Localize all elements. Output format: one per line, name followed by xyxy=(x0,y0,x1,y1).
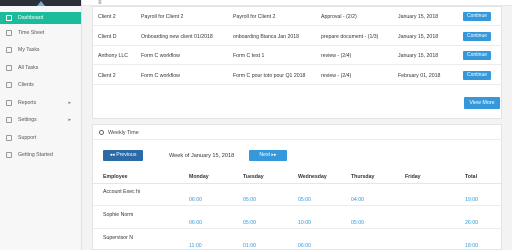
cell-status: Approval - (2/2) xyxy=(321,14,357,20)
cell-task: Form C pour toto pour Q1 2018 xyxy=(233,72,306,79)
cell-status: prepare document - (1/3) xyxy=(321,33,379,40)
sidebar-item-label: Support xyxy=(18,134,37,141)
table-row: Client 2 Form C workflow Form C pour toto … xyxy=(93,66,501,85)
sidebar: Dashboard Time Sheet My Tasks All Tasks Clie… xyxy=(0,0,82,250)
table-row: Client 2 Payroll for Client 2 Payroll for … xyxy=(93,7,501,26)
time-value[interactable]: 18:00 xyxy=(465,243,478,249)
cell-date: January 15, 2018 xyxy=(398,33,439,40)
cell-task: Form C test 1 xyxy=(233,53,265,59)
sidebar-item-label: Time Sheet xyxy=(18,29,45,36)
time-value[interactable]: 05:00 xyxy=(243,220,256,226)
sidebar-item-clients[interactable]: Clients xyxy=(0,77,81,95)
weekly-time-header: Weekly Time xyxy=(93,125,501,140)
rocket-icon xyxy=(6,152,12,159)
column-header: Total xyxy=(465,174,478,180)
time-value[interactable]: 10:00 xyxy=(298,220,311,226)
timesheet-icon xyxy=(6,29,12,36)
chevron-right-icon: ▸ xyxy=(68,117,71,124)
employee-name: Sophie Norm xyxy=(103,212,134,218)
cell-date: January 15, 2018 xyxy=(398,14,439,20)
time-value[interactable]: 04:00 xyxy=(351,197,364,203)
cell-workflow: Onboarding new client 01/2018 xyxy=(141,33,213,40)
column-header: Friday xyxy=(405,174,421,180)
table-row: Anthony LLC Form C workflow Form C test 1 r… xyxy=(93,46,501,65)
time-value[interactable]: 05:00 xyxy=(298,197,311,203)
column-header: Tuesday xyxy=(243,174,264,180)
cell-workflow: Payroll for Client 2 xyxy=(141,14,184,20)
time-value[interactable]: 11:00 xyxy=(189,243,202,249)
column-header: Thursday xyxy=(351,174,375,180)
logo-icon xyxy=(37,1,45,6)
sidebar-item-label: Dashboard xyxy=(18,15,44,21)
cell-workflow: Form C workflow xyxy=(141,53,180,59)
gear-icon xyxy=(6,117,12,124)
cell-date: February 01, 2018 xyxy=(398,72,441,79)
cell-client: Client 2 xyxy=(98,14,116,20)
table-row: Supervisor N 11:00 01:00 06:00 18:00 xyxy=(93,230,501,250)
column-header: Wednesday xyxy=(298,174,327,180)
time-value[interactable]: 05:00 xyxy=(243,197,256,203)
cell-date: January 15, 2018 xyxy=(398,53,439,59)
sidebar-item-label: My Tasks xyxy=(18,47,40,54)
cell-client: Client 2 xyxy=(98,72,116,79)
sidebar-item-all-tasks[interactable]: All Tasks xyxy=(0,59,81,77)
cell-client: Client D xyxy=(98,33,117,40)
next-week-button[interactable]: Next ▸▸ xyxy=(249,150,287,161)
weekly-time-title: Weekly Time xyxy=(108,130,139,136)
sidebar-item-settings[interactable]: Settings ▸ xyxy=(0,112,81,130)
time-value[interactable]: 26:00 xyxy=(465,220,478,226)
sidebar-item-label: Settings xyxy=(18,117,37,124)
cell-task: onboarding Bianca Jan 2018 xyxy=(233,33,300,40)
time-value[interactable]: 06:00 xyxy=(298,243,311,249)
table-row: Client D Onboarding new client 01/2018 onb… xyxy=(93,27,501,46)
employee-name: Account Exec hi xyxy=(103,189,141,195)
tasks-icon xyxy=(6,47,12,54)
sidebar-header xyxy=(0,0,81,6)
time-value[interactable]: 06:00 xyxy=(189,197,202,203)
table-row: Account Exec hi 06:00 05:00 05:00 04:00 19:00 xyxy=(93,184,501,206)
all-tasks-icon xyxy=(6,64,12,71)
sidebar-item-dashboard[interactable]: Dashboard xyxy=(0,12,81,24)
sidebar-item-label: All Tasks xyxy=(18,64,39,71)
clock-icon xyxy=(99,130,104,135)
previous-week-button[interactable]: ◂◂ Previous xyxy=(103,150,143,161)
cell-workflow: Form C workflow xyxy=(141,72,180,79)
weekly-time-panel: Weekly Time ◂◂ Previous Week of January … xyxy=(92,124,502,250)
employee-name: Supervisor N xyxy=(103,235,133,241)
sidebar-item-getting-started[interactable]: Getting Started xyxy=(0,147,81,165)
continue-button[interactable]: Continue xyxy=(463,51,491,60)
reports-icon xyxy=(6,99,12,106)
cell-status: review - (2/4) xyxy=(321,72,352,79)
continue-button[interactable]: Continue xyxy=(463,70,491,80)
tasks-panel: Client 2 Payroll for Client 2 Payroll for … xyxy=(92,6,502,119)
dashboard-icon xyxy=(6,15,12,21)
cell-status: review - (2/4) xyxy=(321,53,352,59)
column-header: Monday xyxy=(189,174,209,180)
table-row: Sophie Norm 06:00 05:00 10:00 05:00 26:00 xyxy=(93,207,501,229)
sidebar-item-support[interactable]: Support xyxy=(0,129,81,147)
continue-button[interactable]: Continue xyxy=(463,12,491,21)
clients-icon xyxy=(6,82,12,89)
column-header: Employee xyxy=(103,174,128,180)
view-more-button[interactable]: View More xyxy=(464,97,500,109)
sidebar-item-time-sheet[interactable]: Time Sheet xyxy=(0,24,81,42)
week-label: Week of January 15, 2018 xyxy=(169,153,235,159)
sidebar-item-reports[interactable]: Reports ▸ xyxy=(0,94,81,112)
sidebar-item-label: Reports xyxy=(18,99,37,106)
continue-button[interactable]: Continue xyxy=(463,31,491,41)
sidebar-item-label: Clients xyxy=(18,82,34,89)
chevron-right-icon: ▸ xyxy=(68,99,71,106)
time-value[interactable]: 05:00 xyxy=(351,220,364,226)
time-value[interactable]: 06:00 xyxy=(189,220,202,226)
support-icon xyxy=(6,134,12,141)
cell-client: Anthony LLC xyxy=(98,53,128,59)
cell-task: Payroll for Client 2 xyxy=(233,14,276,20)
time-value[interactable]: 01:00 xyxy=(243,243,256,249)
sidebar-item-label: Getting Started xyxy=(18,152,53,159)
time-value[interactable]: 19:00 xyxy=(465,197,478,203)
weekly-table-header: Employee Monday Tuesday Wednesday Thursday Fr… xyxy=(93,168,501,184)
sidebar-item-my-tasks[interactable]: My Tasks xyxy=(0,42,81,60)
